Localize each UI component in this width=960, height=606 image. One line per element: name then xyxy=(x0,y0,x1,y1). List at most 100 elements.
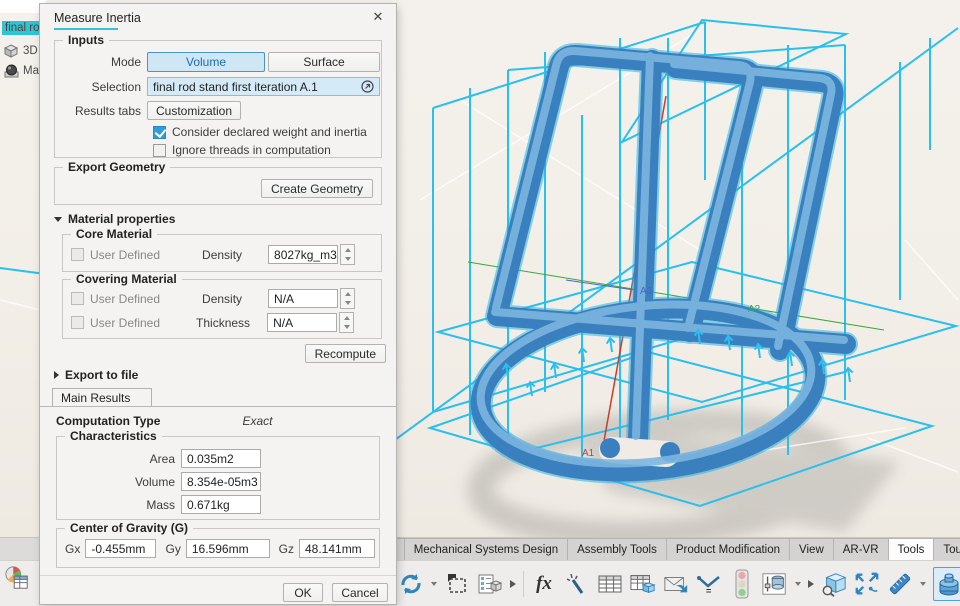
core-material-title: Core Material xyxy=(71,227,158,241)
ignore-threads-label: Ignore threads in computation xyxy=(172,143,331,157)
mode-surface-button[interactable]: Surface xyxy=(268,52,380,72)
catalog-browser-icon[interactable] xyxy=(477,569,503,599)
ruler-dropdown-caret[interactable] xyxy=(920,582,926,586)
tab-tools[interactable]: Tools xyxy=(887,538,935,561)
statistics-icon[interactable] xyxy=(4,563,30,593)
covering-density-user-defined-checkbox[interactable] xyxy=(71,292,84,305)
customization-button[interactable]: Customization xyxy=(147,101,242,120)
gz-value: 48.141mm xyxy=(298,539,375,558)
options-sliders-icon[interactable] xyxy=(762,569,788,599)
table-icon[interactable] xyxy=(597,569,623,599)
footer-divider xyxy=(40,575,396,576)
material-properties-header[interactable]: Material properties xyxy=(54,212,175,226)
ok-button[interactable]: OK xyxy=(283,583,323,602)
consider-weight-checkbox[interactable] xyxy=(153,125,166,139)
characteristics-title: Characteristics xyxy=(65,429,162,443)
selection-input[interactable]: final rod stand first iteration A.1 xyxy=(147,77,380,96)
toolbar-divider xyxy=(523,571,524,597)
selection-label: Selection xyxy=(91,79,141,94)
tab-touch[interactable]: Touch xyxy=(933,538,960,561)
tab-assembly-tools[interactable]: Assembly Tools xyxy=(567,538,667,561)
traffic-light-icon[interactable] xyxy=(729,569,755,599)
gz-label: Gz xyxy=(278,541,294,556)
collapse-triangle-icon xyxy=(54,216,62,222)
tab-ar-vr[interactable]: AR-VR xyxy=(832,538,889,561)
measure-angle-icon[interactable]: = xyxy=(696,569,722,599)
tab-view[interactable]: View xyxy=(789,538,834,561)
mode-label: Mode xyxy=(110,55,141,69)
axis-label-a1: A1 xyxy=(582,448,595,459)
expand-triangle-icon xyxy=(54,371,59,379)
core-user-defined-checkbox[interactable] xyxy=(71,248,84,261)
model-shadow xyxy=(467,408,900,548)
center-of-gravity-title: Center of Gravity (G) xyxy=(65,521,194,535)
area-value: 0.035m2 xyxy=(181,449,261,468)
export-geometry-title: Export Geometry xyxy=(63,160,171,174)
covering-thickness-spinner[interactable] xyxy=(339,312,355,333)
options-dropdown-caret[interactable] xyxy=(795,582,801,586)
mode-volume-button[interactable]: Volume xyxy=(147,52,265,72)
covering-density-user-defined-label: User Defined xyxy=(90,291,161,306)
measure-inertia-dialog: Measure Inertia ✕ Inputs Mode Volume Sur… xyxy=(40,4,396,604)
mass-label: Mass xyxy=(146,497,175,512)
create-geometry-button[interactable]: Create Geometry xyxy=(260,179,373,198)
results-tabs-label: Results tabs xyxy=(74,103,141,118)
explode-icon[interactable] xyxy=(854,569,880,599)
send-file-icon[interactable] xyxy=(663,569,689,599)
covering-density-spinner[interactable] xyxy=(340,288,356,309)
tab-mechanical-systems-design[interactable]: Mechanical Systems Design xyxy=(403,538,569,561)
core-density-spinner[interactable] xyxy=(340,244,356,265)
axis-label-a3: A3 xyxy=(640,286,653,297)
design-table-icon[interactable] xyxy=(630,569,656,599)
select-region-icon[interactable] xyxy=(444,569,470,599)
covering-density-label: Density xyxy=(202,291,243,306)
volume-value: 8.354e-05m3 xyxy=(181,472,261,491)
consider-weight-label: Consider declared weight and inertia xyxy=(172,125,367,139)
dialog-title: Measure Inertia xyxy=(54,11,141,25)
export-geometry-group: Export Geometry Create Geometry xyxy=(54,160,382,205)
core-density-input[interactable]: 8027kg_m3 xyxy=(268,245,339,264)
covering-material-title: Covering Material xyxy=(71,272,182,286)
update-icon[interactable] xyxy=(398,569,424,599)
cancel-button[interactable]: Cancel xyxy=(332,583,388,602)
covering-density-input[interactable]: N/A xyxy=(268,289,339,308)
inputs-group-title: Inputs xyxy=(63,33,109,47)
area-label: Area xyxy=(149,451,175,466)
close-icon[interactable]: ✕ xyxy=(370,9,386,25)
axis-label-a2: A2 xyxy=(748,304,761,315)
export-to-file-header[interactable]: Export to file xyxy=(54,368,138,382)
mass-value: 0.671kg xyxy=(181,495,261,514)
inputs-group: Inputs Mode Volume Surface Selection fin… xyxy=(54,33,382,158)
selection-picker-icon[interactable] xyxy=(361,80,374,93)
computation-type-label: Computation Type xyxy=(56,414,161,428)
core-density-label: Density xyxy=(202,247,243,262)
gy-label: Gy xyxy=(165,541,181,556)
update-dropdown-caret[interactable] xyxy=(431,582,437,586)
section-flyout-arrow[interactable] xyxy=(510,580,516,588)
box-zoom-icon[interactable] xyxy=(821,569,847,599)
magic-wand-icon[interactable] xyxy=(564,569,590,599)
tab-product-modification[interactable]: Product Modification xyxy=(665,538,791,561)
computation-type-value: Exact xyxy=(242,414,273,428)
gx-label: Gx xyxy=(65,541,81,556)
svg-text:=: = xyxy=(706,586,711,596)
center-of-gravity-group: Center of Gravity (G) Gx -0.455mm Gy 16.… xyxy=(56,521,380,568)
main-results-tab[interactable]: Main Results xyxy=(52,388,152,406)
gx-value: -0.455mm xyxy=(85,539,156,558)
dialog-title-accent xyxy=(54,28,118,30)
options-flyout-arrow[interactable] xyxy=(808,580,814,588)
material-icon xyxy=(4,64,19,78)
covering-thickness-user-defined-checkbox[interactable] xyxy=(71,316,84,329)
ruler-icon[interactable] xyxy=(887,569,913,599)
volume-label: Volume xyxy=(134,474,175,489)
results-tab-rule xyxy=(40,406,396,407)
covering-thickness-user-defined-label: User Defined xyxy=(90,315,161,330)
covering-thickness-input[interactable]: N/A xyxy=(267,313,338,332)
core-user-defined-label: User Defined xyxy=(90,247,161,262)
recompute-button[interactable]: Recompute xyxy=(304,344,386,363)
formula-icon[interactable]: fx xyxy=(531,569,557,599)
ignore-threads-checkbox[interactable] xyxy=(153,143,166,157)
covering-material-group: Covering Material User Defined Density N… xyxy=(62,272,382,339)
measure-inertia-icon[interactable] xyxy=(933,567,960,601)
covering-thickness-label: Thickness xyxy=(196,315,251,330)
